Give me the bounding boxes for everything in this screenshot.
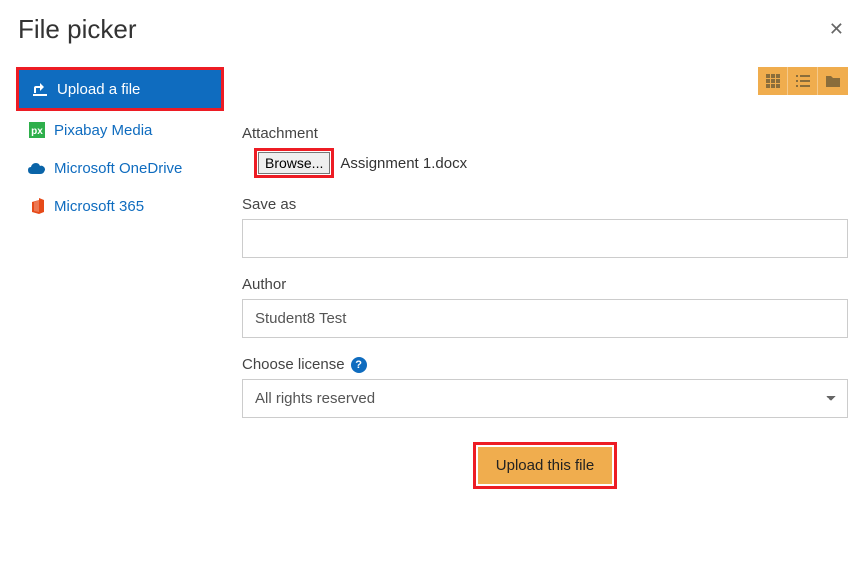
folder-icon <box>826 75 840 87</box>
browse-highlight: Browse... <box>254 148 334 178</box>
upload-button[interactable]: Upload this file <box>478 447 612 484</box>
help-icon[interactable]: ? <box>351 357 367 373</box>
sidebar-item-upload-file[interactable]: Upload a file <box>16 67 224 111</box>
pixabay-icon: px <box>28 121 46 139</box>
close-button[interactable]: ✕ <box>825 15 848 44</box>
sidebar-item-label: Upload a file <box>57 81 140 98</box>
sidebar-item-label: Microsoft OneDrive <box>54 160 182 177</box>
sidebar-item-label: Pixabay Media <box>54 122 152 139</box>
save-as-label: Save as <box>242 196 848 213</box>
svg-text:px: px <box>31 126 43 137</box>
view-mode-group <box>758 67 848 95</box>
grid-icon <box>766 74 780 88</box>
repository-sidebar: Upload a file px Pixabay Media Microsoft… <box>16 67 224 489</box>
microsoft365-icon <box>28 197 46 215</box>
license-select[interactable]: All rights reserved <box>242 379 848 418</box>
dialog-title: File picker <box>18 14 136 45</box>
save-as-input[interactable] <box>242 219 848 258</box>
submit-highlight: Upload this file <box>473 442 617 489</box>
sidebar-item-pixabay[interactable]: px Pixabay Media <box>16 111 224 149</box>
author-label: Author <box>242 276 848 293</box>
onedrive-icon <box>28 159 46 177</box>
view-icons-button[interactable] <box>758 67 788 95</box>
list-icon <box>796 75 810 87</box>
author-input[interactable] <box>242 299 848 338</box>
upload-icon <box>31 80 49 98</box>
sidebar-item-label: Microsoft 365 <box>54 198 144 215</box>
close-icon: ✕ <box>829 19 844 39</box>
browse-button[interactable]: Browse... <box>258 152 330 174</box>
selected-filename: Assignment 1.docx <box>340 155 467 172</box>
attachment-label: Attachment <box>242 125 848 142</box>
view-list-button[interactable] <box>788 67 818 95</box>
view-tree-button[interactable] <box>818 67 848 95</box>
license-label: Choose license <box>242 356 345 373</box>
sidebar-item-onedrive[interactable]: Microsoft OneDrive <box>16 149 224 187</box>
sidebar-item-microsoft365[interactable]: Microsoft 365 <box>16 187 224 225</box>
